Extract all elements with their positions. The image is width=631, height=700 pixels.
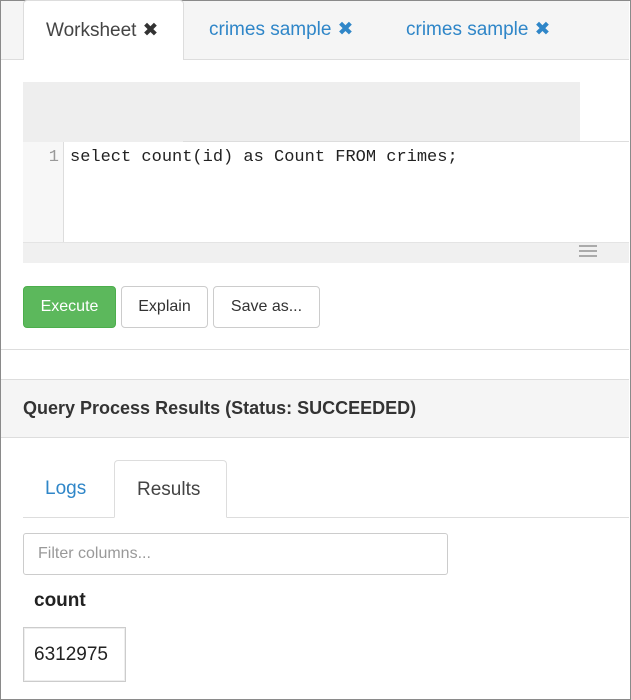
panel-divider — [1, 349, 629, 350]
table-cell: 6312975 — [23, 627, 126, 682]
close-icon[interactable]: ✖ — [337, 0, 353, 60]
tab-logs[interactable]: Logs — [45, 460, 86, 518]
tab-worksheet-label: Worksheet — [46, 20, 137, 41]
editor-border — [183, 141, 629, 142]
save-as-button[interactable]: Save as... — [213, 286, 320, 328]
line-number: 1 — [48, 148, 59, 167]
close-icon[interactable]: ✖ — [142, 1, 158, 61]
tab-crimes-sample-2[interactable]: crimes sample ✖ — [406, 0, 550, 60]
code-line[interactable]: select count(id) as Count FROM crimes; — [70, 148, 458, 167]
tab-crimes-sample-1-label: crimes sample — [209, 19, 332, 40]
editor-tab-strip — [23, 82, 580, 142]
tab-worksheet[interactable]: Worksheet ✖ — [23, 0, 184, 60]
tab-crimes-sample-2-label: crimes sample — [406, 19, 529, 40]
filter-columns-input[interactable] — [23, 533, 448, 575]
tab-results[interactable]: Results — [114, 460, 227, 518]
close-icon[interactable]: ✖ — [534, 0, 550, 60]
execute-button[interactable]: Execute — [23, 286, 116, 328]
editor-footer — [23, 242, 629, 263]
results-heading: Query Process Results (Status: SUCCEEDED… — [1, 379, 629, 438]
tab-crimes-sample-1[interactable]: crimes sample ✖ — [209, 0, 353, 60]
explain-button[interactable]: Explain — [121, 286, 208, 328]
resize-handle-icon[interactable] — [579, 245, 597, 259]
column-header-count: count — [34, 590, 86, 611]
